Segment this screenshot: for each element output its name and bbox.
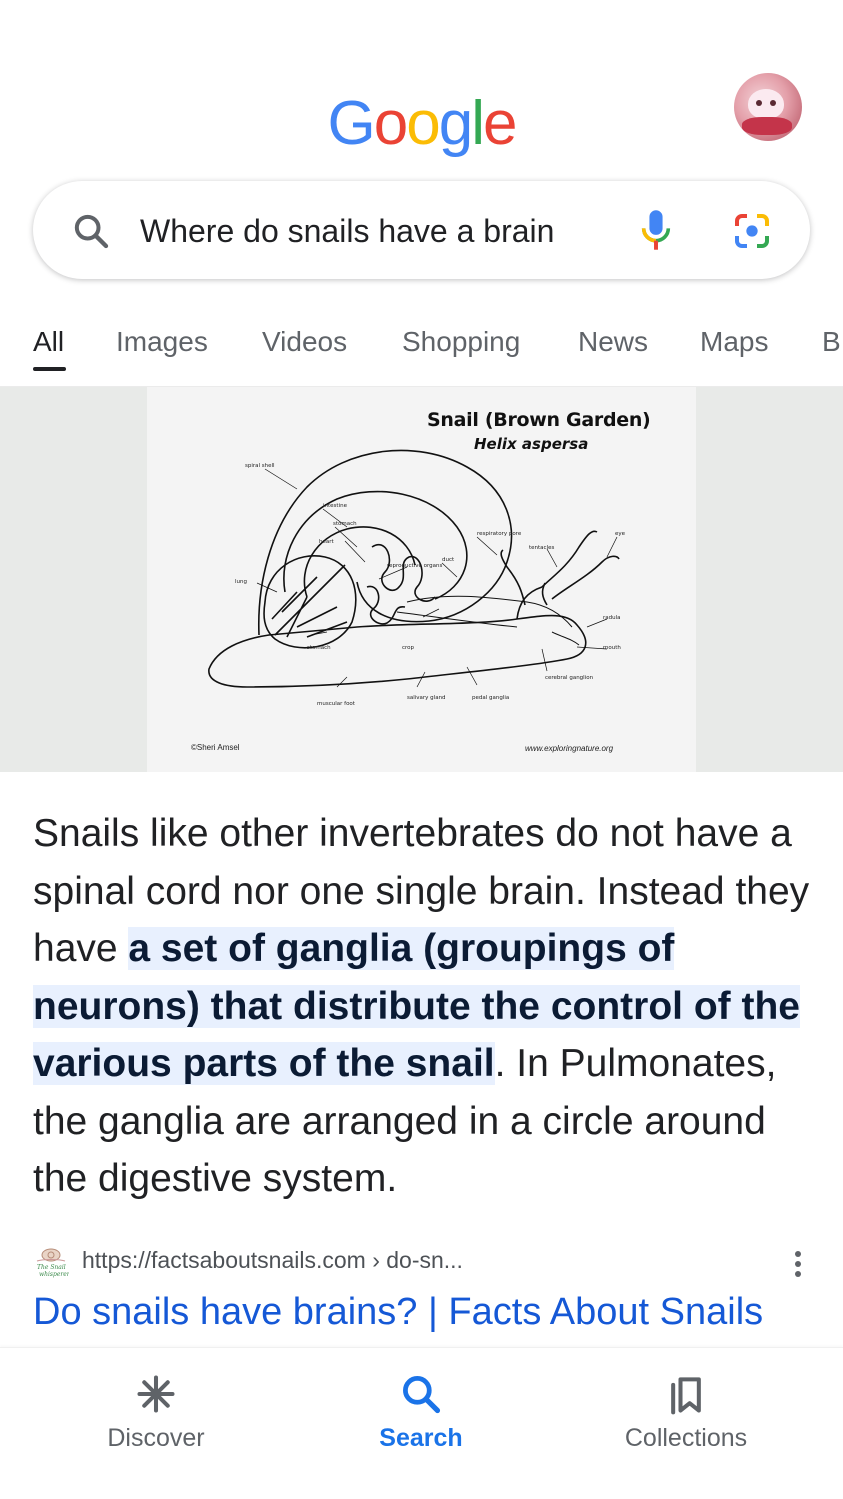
avatar-body <box>742 117 792 135</box>
asterisk-icon <box>137 1375 175 1413</box>
tab-books[interactable]: B <box>822 326 841 358</box>
logo-letter: o <box>373 89 409 158</box>
bottom-navigation: Discover Search Collections <box>0 1347 843 1499</box>
svg-text:stomach: stomach <box>333 521 357 527</box>
result-source[interactable]: The Snail whisperer https://factsaboutsn… <box>33 1245 813 1285</box>
nav-label: Discover <box>107 1424 205 1452</box>
svg-text:mouth: mouth <box>603 645 621 651</box>
logo-letter: o <box>406 89 441 158</box>
tab-maps[interactable]: Maps <box>700 326 768 358</box>
diagram-title: Snail (Brown Garden) <box>427 409 651 431</box>
diagram-copyright: ©Sheri Amsel <box>191 743 240 752</box>
bookmarks-icon <box>671 1377 701 1415</box>
tab-news[interactable]: News <box>578 326 648 358</box>
diagram-subtitle: Helix aspersa <box>474 435 589 453</box>
svg-text:lung: lung <box>235 579 247 585</box>
avatar-eye <box>770 100 776 106</box>
nav-label: Search <box>379 1424 463 1452</box>
svg-text:pedal ganglia: pedal ganglia <box>472 695 509 701</box>
svg-text:whisperer: whisperer <box>39 1271 69 1278</box>
svg-text:tentacles: tentacles <box>529 545 554 551</box>
diagram-source: www.exploringnature.org <box>525 744 614 753</box>
mic-icon[interactable] <box>636 207 676 253</box>
tab-images[interactable]: Images <box>116 326 208 358</box>
tab-videos[interactable]: Videos <box>262 326 347 358</box>
search-tabs: All Images Videos Shopping News Maps B <box>0 320 843 376</box>
search-query[interactable]: Where do snails have a brain <box>140 213 554 250</box>
tab-all[interactable]: All <box>33 326 64 358</box>
search-bar[interactable]: Where do snails have a brain <box>33 181 810 279</box>
svg-text:stomach: stomach <box>307 645 331 651</box>
svg-text:The Snail: The Snail <box>37 1264 66 1271</box>
logo-letter: l <box>471 89 485 158</box>
nav-search[interactable]: Search <box>321 1348 521 1468</box>
nav-collections[interactable]: Collections <box>586 1348 786 1468</box>
svg-text:intestine: intestine <box>323 503 348 509</box>
featured-snippet-text: Snails like other invertebrates do not h… <box>33 805 813 1208</box>
logo-letter: G <box>327 89 376 158</box>
svg-text:muscular foot: muscular foot <box>317 701 356 707</box>
logo-letter: e <box>482 89 518 158</box>
avatar-face <box>748 89 784 119</box>
search-icon[interactable] <box>71 211 111 251</box>
svg-text:eye: eye <box>615 531 626 537</box>
svg-text:heart: heart <box>319 539 335 545</box>
result-title-link[interactable]: Do snails have brains? | Facts About Sna… <box>33 1291 763 1334</box>
svg-text:respiratory pore: respiratory pore <box>477 531 522 537</box>
svg-text:cerebral ganglion: cerebral ganglion <box>545 675 594 681</box>
avatar-eye <box>756 100 762 106</box>
svg-text:reproductive organs: reproductive organs <box>387 563 442 569</box>
svg-text:salivary gland: salivary gland <box>407 695 446 701</box>
nav-discover[interactable]: Discover <box>56 1348 256 1468</box>
more-vert-icon[interactable] <box>791 1251 805 1283</box>
svg-text:duct: duct <box>442 557 455 563</box>
svg-text:spiral shell: spiral shell <box>245 463 275 469</box>
svg-text:radula: radula <box>603 615 621 621</box>
camera-lens-icon[interactable] <box>731 211 773 251</box>
search-icon <box>403 1376 441 1414</box>
result-url[interactable]: https://factsaboutsnails.com › do-sn... <box>82 1247 463 1274</box>
snail-anatomy-diagram[interactable]: spiral shell intestine stomach heart rep… <box>147 387 696 772</box>
tab-shopping[interactable]: Shopping <box>402 326 520 358</box>
nav-label: Collections <box>624 1424 748 1452</box>
snail-drawing: spiral shell intestine stomach heart rep… <box>208 449 626 707</box>
google-logo[interactable]: Google <box>0 88 843 159</box>
logo-letter: g <box>438 89 474 158</box>
site-favicon-icon: The Snail whisperer <box>36 1248 69 1278</box>
svg-text:crop: crop <box>402 645 415 651</box>
active-tab-indicator <box>33 367 66 371</box>
account-avatar[interactable] <box>734 73 802 141</box>
